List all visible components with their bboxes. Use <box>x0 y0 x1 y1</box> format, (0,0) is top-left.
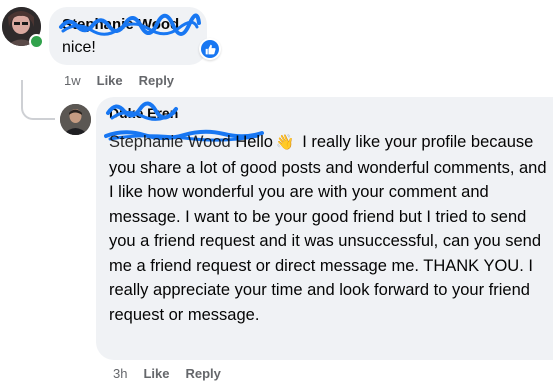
like-button[interactable]: Like <box>97 73 123 88</box>
comment-text: nice! <box>62 39 96 56</box>
waving-hand-icon: 👋 <box>275 134 295 151</box>
thumbs-up-icon <box>205 44 216 54</box>
mention-link[interactable]: Stephanie Wood <box>109 133 231 151</box>
comment-bubble: Stephanie Wood nice! <box>49 7 207 65</box>
greeting: Hello <box>235 133 273 151</box>
comment-author[interactable]: Stephanie Wood <box>62 16 179 33</box>
reply-body: I really like your profile because you s… <box>109 133 547 324</box>
profile-photo-icon <box>60 104 91 135</box>
reply-actions: 3h Like Reply <box>113 366 221 381</box>
thread-connector <box>21 80 55 120</box>
online-status-indicator <box>29 34 44 49</box>
avatar[interactable] <box>60 104 91 135</box>
reply-text: Stephanie Wood Hello 👋 I really like your… <box>109 130 549 327</box>
reaction-badge[interactable] <box>199 38 221 60</box>
comment-actions: 1w Like Reply <box>64 73 174 88</box>
reply-button[interactable]: Reply <box>185 366 220 381</box>
comment-timestamp[interactable]: 1w <box>64 73 81 88</box>
like-button[interactable]: Like <box>143 366 169 381</box>
reply-timestamp[interactable]: 3h <box>113 366 127 381</box>
reply-author[interactable]: Duke Eren <box>109 105 178 121</box>
reply-button[interactable]: Reply <box>139 73 174 88</box>
reply-bubble: Duke Eren Stephanie Wood Hello 👋 I really… <box>96 97 553 360</box>
